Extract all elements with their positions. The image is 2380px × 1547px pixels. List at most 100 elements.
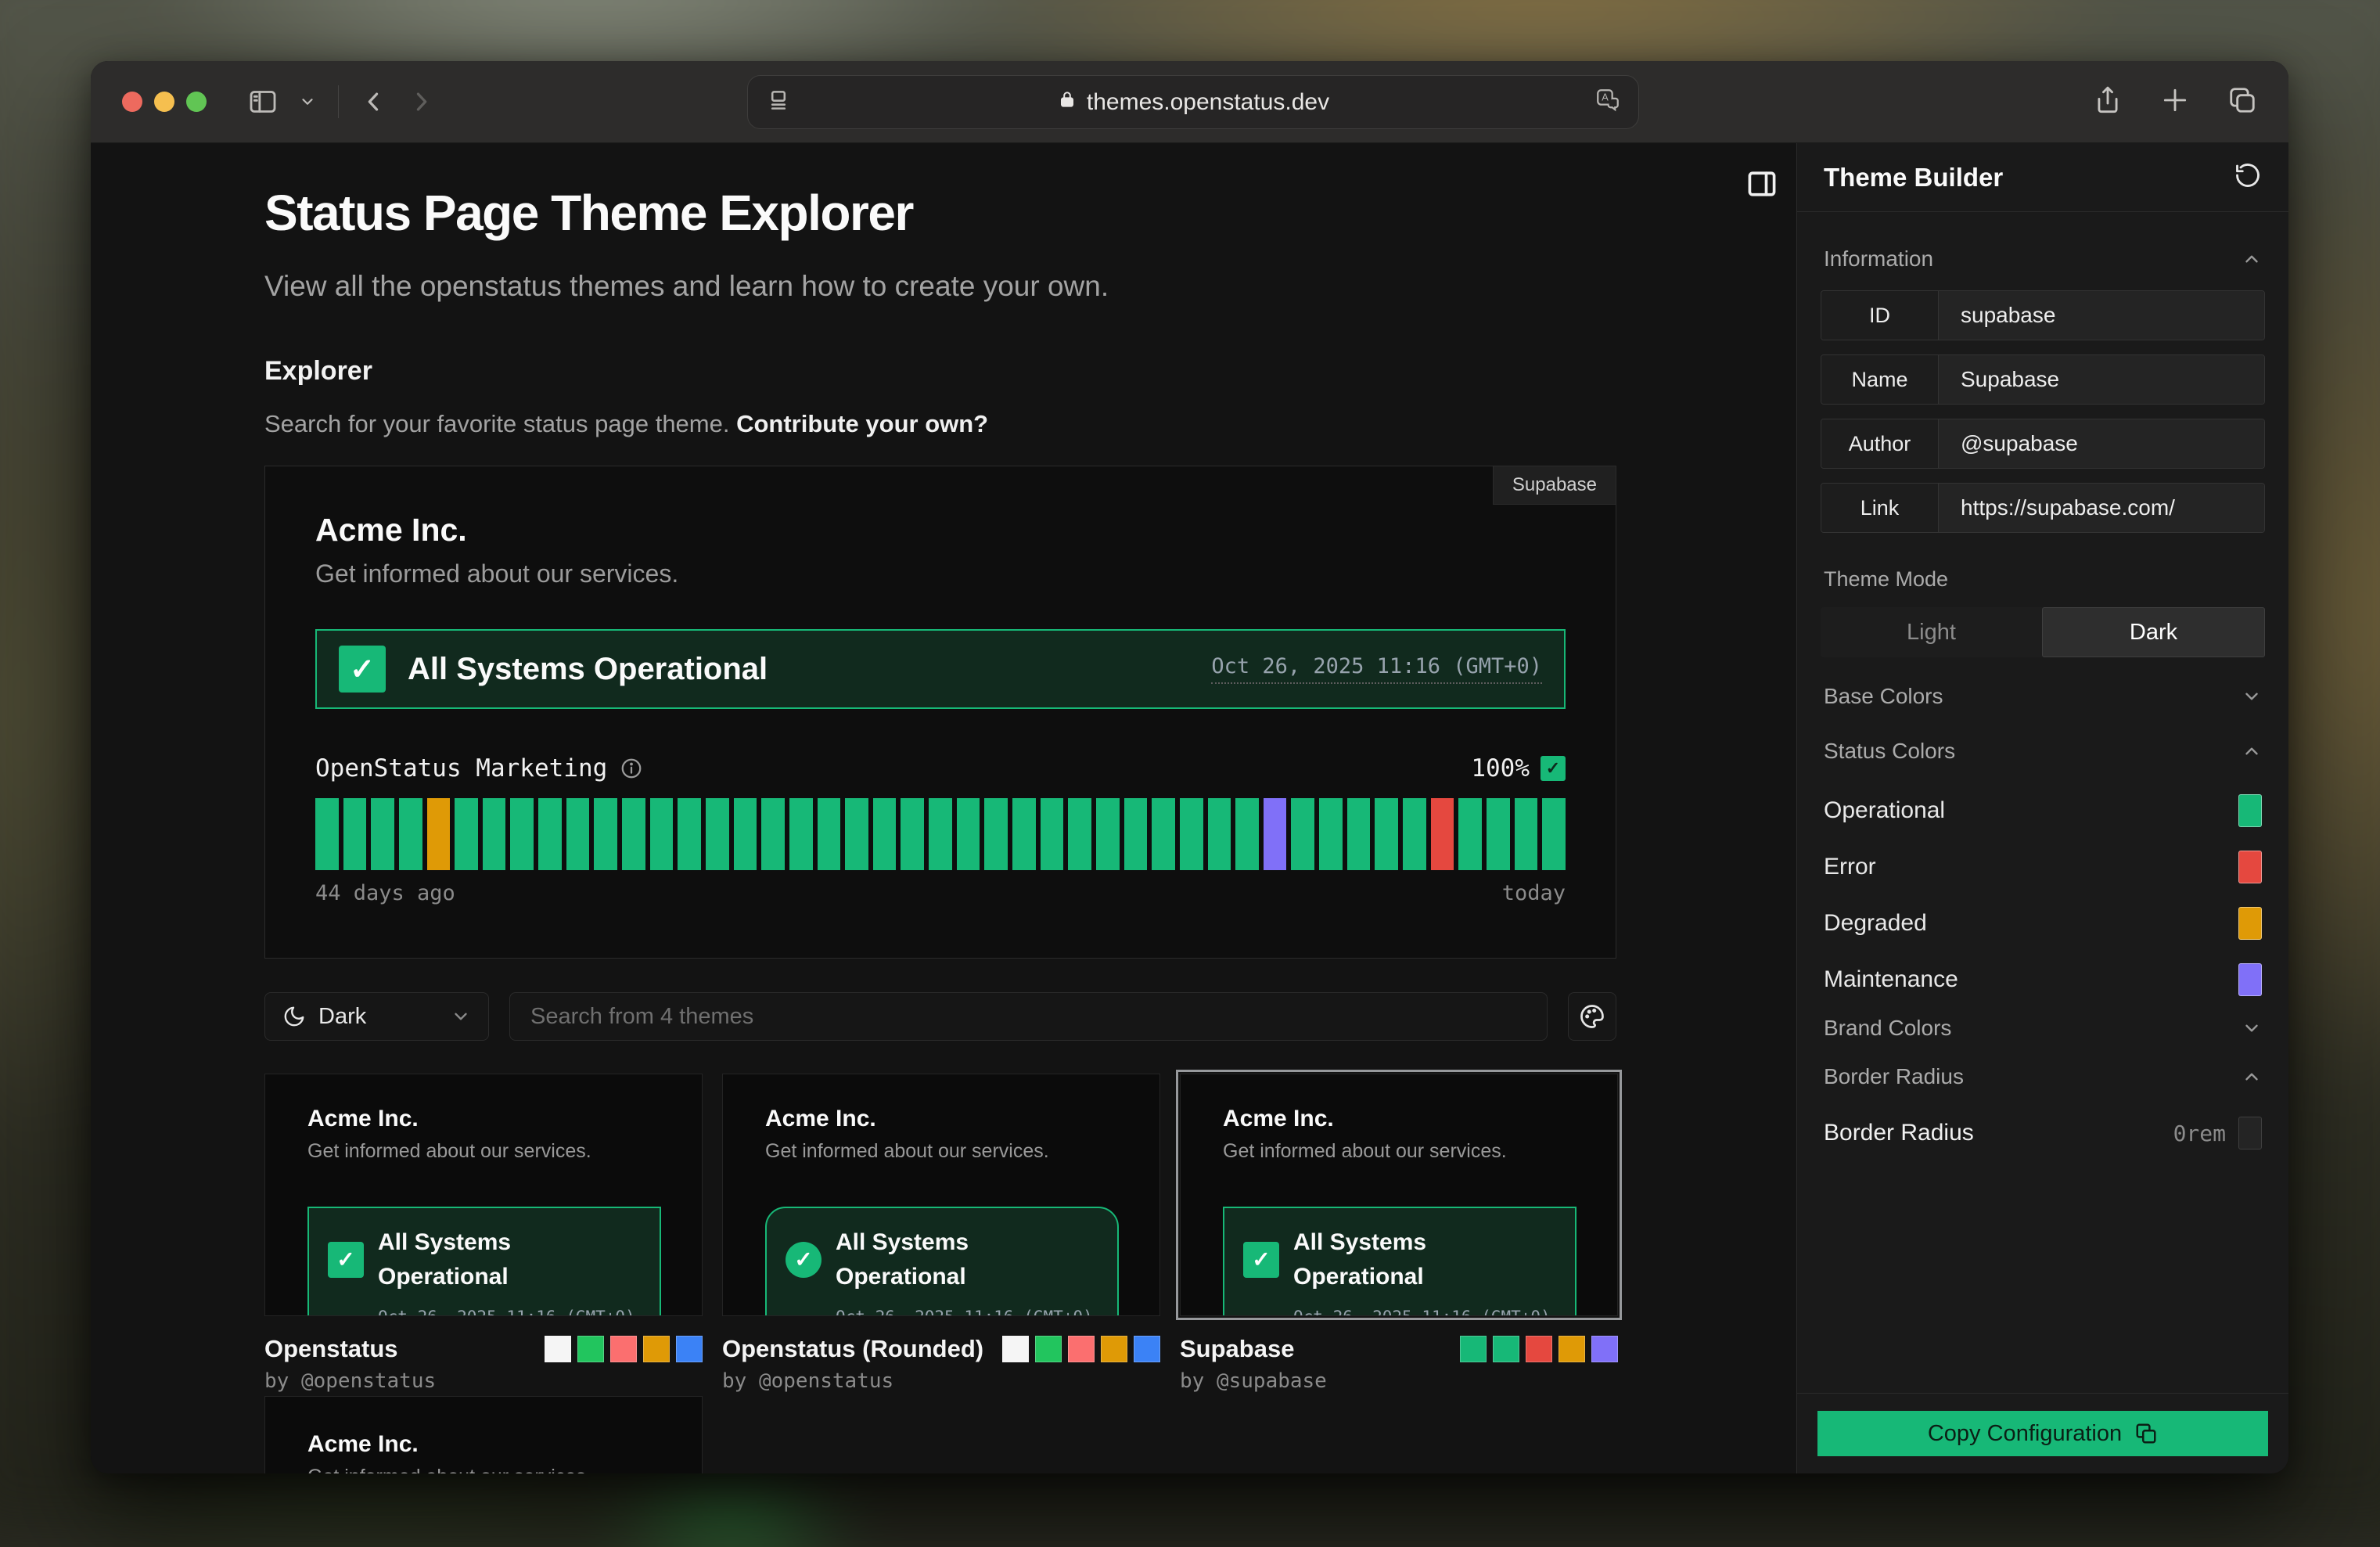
tracker-bar-operational[interactable] [1347, 798, 1371, 870]
tracker-bar-operational[interactable] [734, 798, 757, 870]
tracker-bar-operational[interactable] [1208, 798, 1231, 870]
tracker-bar-operational[interactable] [873, 798, 897, 870]
status-timestamp[interactable]: Oct 26, 2025 11:16 (GMT+0) [1211, 654, 1542, 684]
error-color-swatch[interactable] [2238, 851, 2262, 883]
uptime-value: 100% [1471, 754, 1530, 782]
degraded-color-swatch[interactable] [2238, 907, 2262, 940]
theme-card-supabase[interactable]: Acme Inc. Get informed about our service… [1180, 1074, 1618, 1393]
copy-configuration-button[interactable]: Copy Configuration [1817, 1411, 2268, 1456]
theme-card-openstatus-rounded[interactable]: Acme Inc. Get informed about our service… [722, 1074, 1160, 1393]
tracker-bar-operational[interactable] [1012, 798, 1036, 870]
tracker-bar-operational[interactable] [1180, 798, 1203, 870]
section-border-radius[interactable]: Border Radius [1824, 1064, 2262, 1089]
translate-icon[interactable]: A [1594, 87, 1621, 117]
theme-card-preview[interactable]: Acme Inc. Get informed about our service… [1180, 1074, 1618, 1316]
tracker-bar-operational[interactable] [399, 798, 422, 870]
tracker-bar-operational[interactable] [622, 798, 645, 870]
maintenance-color-swatch[interactable] [2238, 963, 2262, 996]
theme-card-preview[interactable]: Acme Inc. Get informed about our service… [264, 1074, 703, 1316]
section-status-colors[interactable]: Status Colors [1824, 739, 2262, 764]
field-label: Author [1821, 419, 1939, 468]
operational-color-swatch[interactable] [2238, 794, 2262, 827]
section-base-colors[interactable]: Base Colors [1824, 684, 2262, 709]
back-button-icon[interactable] [361, 88, 387, 115]
new-tab-icon[interactable] [2160, 85, 2190, 119]
field-name-input[interactable]: Supabase [1939, 355, 2264, 404]
tracker-bar-operational[interactable] [678, 798, 701, 870]
palette-button[interactable] [1568, 992, 1616, 1041]
section-label: Status Colors [1824, 739, 1955, 764]
close-window-button[interactable] [122, 92, 142, 112]
tracker-bar-operational[interactable] [1319, 798, 1343, 870]
theme-card-partial[interactable]: Acme Inc. Get informed about our service… [264, 1396, 703, 1473]
sidebar-chevron-icon[interactable] [299, 93, 316, 110]
tracker-bar-operational[interactable] [510, 798, 534, 870]
mini-org-description: Get informed about our services. [307, 1466, 660, 1473]
panel-right-toggle-icon[interactable] [1745, 167, 1779, 205]
info-icon[interactable] [620, 757, 643, 780]
tracker-bar-operational[interactable] [1124, 798, 1148, 870]
share-icon[interactable] [2093, 85, 2123, 119]
border-radius-input[interactable] [2238, 1117, 2262, 1149]
tracker-bar-operational[interactable] [901, 798, 924, 870]
tracker-bar-operational[interactable] [1291, 798, 1314, 870]
tracker-bar-operational[interactable] [845, 798, 868, 870]
tracker-bar-operational[interactable] [818, 798, 841, 870]
tracker-bar-operational[interactable] [789, 798, 813, 870]
theme-search-input[interactable] [530, 1004, 1526, 1030]
tracker-bar-operational[interactable] [315, 798, 339, 870]
forward-button-icon[interactable] [408, 88, 434, 115]
tracker-bar-maintenance[interactable] [1264, 798, 1287, 870]
tracker-bar-operational[interactable] [1096, 798, 1120, 870]
tab-overview-icon[interactable] [2227, 85, 2257, 119]
tracker-bar-operational[interactable] [343, 798, 367, 870]
theme-mode-dropdown[interactable]: Dark [264, 992, 489, 1041]
sidebar-toggle-icon[interactable] [247, 86, 279, 117]
reset-icon[interactable] [2234, 161, 2262, 193]
tracker-bar-operational[interactable] [1152, 798, 1175, 870]
tracker-bar-error[interactable] [1431, 798, 1454, 870]
tracker-bar-operational[interactable] [566, 798, 590, 870]
theme-card-openstatus[interactable]: Acme Inc. Get informed about our service… [264, 1074, 703, 1393]
field-id-input[interactable]: supabase [1939, 291, 2264, 340]
section-label: Border Radius [1824, 1064, 1964, 1089]
field-author: Author @supabase [1821, 419, 2265, 469]
tracker-bar-operational[interactable] [650, 798, 674, 870]
tracker-bar-operational[interactable] [706, 798, 729, 870]
tracker-bar-operational[interactable] [1041, 798, 1064, 870]
swatch [643, 1336, 670, 1362]
theme-card-list: Acme Inc. Get informed about our service… [264, 1074, 1616, 1393]
tracker-bar-operational[interactable] [594, 798, 617, 870]
minimize-window-button[interactable] [154, 92, 174, 112]
tracker-bar-operational[interactable] [1487, 798, 1510, 870]
url-text[interactable]: themes.openstatus.dev [1087, 89, 1329, 116]
swatch [1035, 1336, 1062, 1362]
tracker-bar-operational[interactable] [761, 798, 785, 870]
tracker-bar-operational[interactable] [1375, 798, 1398, 870]
tracker-bar-operational[interactable] [1542, 798, 1566, 870]
zoom-window-button[interactable] [186, 92, 207, 112]
tracker-bar-degraded[interactable] [427, 798, 451, 870]
tracker-bar-operational[interactable] [483, 798, 506, 870]
tracker-bar-operational[interactable] [1235, 798, 1259, 870]
reader-icon[interactable] [765, 87, 792, 117]
tracker-bar-operational[interactable] [538, 798, 562, 870]
field-link-input[interactable]: https://supabase.com/ [1939, 484, 2264, 532]
contribute-link[interactable]: Contribute your own? [736, 410, 988, 437]
address-bar[interactable]: themes.openstatus.dev A [747, 75, 1639, 129]
tracker-bar-operational[interactable] [957, 798, 980, 870]
tracker-bar-operational[interactable] [1515, 798, 1538, 870]
theme-card-preview[interactable]: Acme Inc. Get informed about our service… [722, 1074, 1160, 1316]
tracker-bar-operational[interactable] [1403, 798, 1426, 870]
tracker-bar-operational[interactable] [1458, 798, 1482, 870]
mode-light-button[interactable]: Light [1821, 607, 2042, 657]
section-information[interactable]: Information [1824, 246, 2262, 272]
section-brand-colors[interactable]: Brand Colors [1824, 1016, 2262, 1041]
tracker-bar-operational[interactable] [455, 798, 478, 870]
tracker-bar-operational[interactable] [984, 798, 1008, 870]
tracker-bar-operational[interactable] [371, 798, 394, 870]
mode-dark-button[interactable]: Dark [2042, 607, 2265, 657]
field-author-input[interactable]: @supabase [1939, 419, 2264, 468]
tracker-bar-operational[interactable] [929, 798, 952, 870]
tracker-bar-operational[interactable] [1068, 798, 1091, 870]
